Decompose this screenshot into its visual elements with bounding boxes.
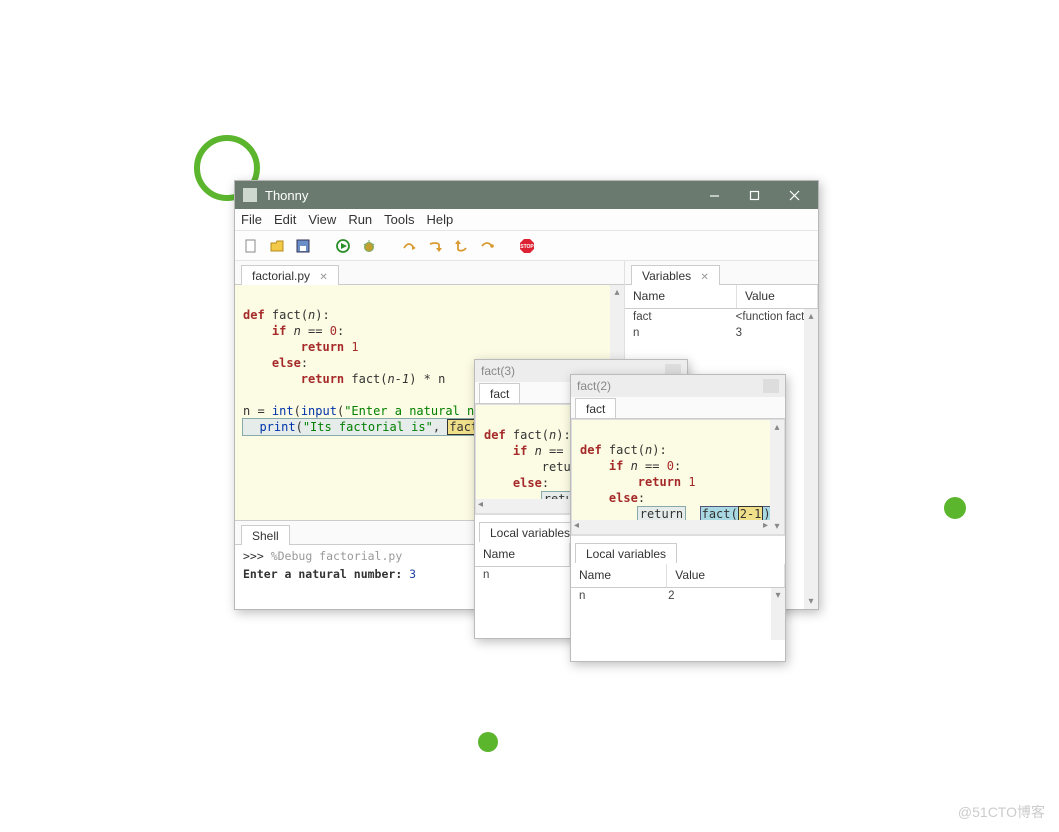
new-file-icon[interactable] [241, 236, 261, 256]
editor-tabstrip: factorial.py ✕ [235, 261, 624, 285]
variables-header: Name Value [625, 285, 818, 309]
tab-factorial[interactable]: factorial.py ✕ [241, 265, 339, 285]
tab-label: factorial.py [252, 269, 310, 283]
tab-variables[interactable]: Variables ✕ [631, 265, 720, 285]
close-icon[interactable]: ✕ [319, 272, 327, 283]
column-value[interactable]: Value [667, 564, 785, 587]
step-into-icon[interactable] [425, 236, 445, 256]
decorative-dot [944, 497, 966, 519]
menubar: File Edit View Run Tools Help [235, 209, 818, 231]
menu-edit[interactable]: Edit [274, 212, 296, 227]
run-icon[interactable] [333, 236, 353, 256]
table-row[interactable]: n2 [571, 588, 785, 604]
frame-title: fact(2) [577, 379, 611, 393]
scrollbar-v[interactable]: ▾ [771, 588, 785, 640]
app-icon [243, 188, 257, 202]
resume-icon[interactable] [477, 236, 497, 256]
toolbar: STOP [235, 231, 818, 261]
menu-help[interactable]: Help [427, 212, 454, 227]
menu-tools[interactable]: Tools [384, 212, 414, 227]
watermark: @51CTO博客 [958, 802, 1045, 822]
shell-command: %Debug factorial.py [271, 549, 403, 563]
table-row[interactable]: n3 [625, 325, 818, 341]
frame-title: fact(3) [481, 364, 515, 378]
open-file-icon[interactable] [267, 236, 287, 256]
scroll-up-icon[interactable]: ▴ [808, 311, 813, 322]
maximize-button[interactable] [734, 183, 774, 207]
title-bar[interactable]: Thonny [235, 181, 818, 209]
column-name[interactable]: Name [475, 543, 570, 566]
stop-icon[interactable]: STOP [517, 236, 537, 256]
debug-icon[interactable] [359, 236, 379, 256]
save-file-icon[interactable] [293, 236, 313, 256]
frame-scrollbar-v[interactable]: ▴▾ [770, 420, 784, 534]
tab-shell[interactable]: Shell [241, 525, 290, 545]
close-icon[interactable]: ✕ [700, 272, 708, 283]
window-title: Thonny [265, 188, 308, 203]
variables-scrollbar-v[interactable]: ▴ ▾ [804, 309, 818, 609]
column-value[interactable]: Value [737, 285, 818, 308]
shell-prompt: >>> [243, 549, 271, 563]
close-icon[interactable] [763, 379, 779, 393]
frame-title-bar[interactable]: fact(2) [571, 375, 785, 397]
tab-label: Shell [252, 529, 279, 543]
step-over-icon[interactable] [399, 236, 419, 256]
step-out-icon[interactable] [451, 236, 471, 256]
menu-run[interactable]: Run [348, 212, 372, 227]
svg-text:STOP: STOP [520, 244, 534, 250]
column-name[interactable]: Name [625, 285, 737, 308]
variables-tabstrip: Variables ✕ [625, 261, 818, 285]
menu-file[interactable]: File [241, 212, 262, 227]
frame-scrollbar-h[interactable]: ◂▸ [572, 520, 770, 534]
minimize-button[interactable] [694, 183, 734, 207]
table-row[interactable]: fact<function fact a [625, 309, 818, 325]
shell-input-value: 3 [409, 567, 416, 581]
scroll-down-icon[interactable]: ▾ [808, 596, 813, 607]
tab-local-vars[interactable]: Local variables [479, 522, 581, 542]
scroll-up-icon[interactable]: ▴ [614, 287, 619, 298]
column-name[interactable]: Name [571, 564, 667, 587]
decorative-dot [478, 732, 498, 752]
shell-output: Enter a natural number: [243, 567, 409, 581]
close-button[interactable] [774, 183, 814, 207]
tab-fact[interactable]: fact [479, 383, 520, 403]
tab-local-vars[interactable]: Local variables [575, 543, 677, 563]
tab-label: Variables [642, 269, 691, 283]
tab-fact[interactable]: fact [575, 398, 616, 418]
menu-view[interactable]: View [308, 212, 336, 227]
stack-frame-window: fact(2) fact def fact(n): if n == 0: ret… [570, 374, 786, 662]
